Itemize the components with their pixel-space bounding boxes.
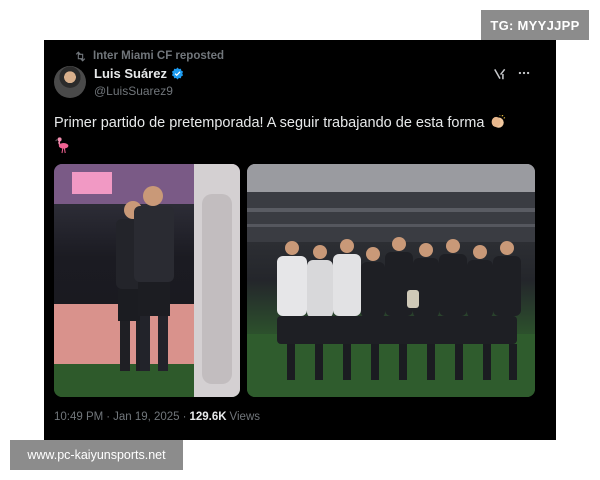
tag-badge: TG: MYYJJPP <box>481 10 589 40</box>
tweet-card[interactable]: Inter Miami CF reposted Luis Suárez @Lui… <box>44 40 556 440</box>
view-count[interactable]: 129.6K <box>189 411 226 423</box>
repost-indicator[interactable]: Inter Miami CF reposted <box>74 49 224 63</box>
meta-separator: · <box>106 411 111 423</box>
grok-icon[interactable] <box>493 67 507 81</box>
meta-separator: · <box>182 411 187 423</box>
repost-icon <box>75 50 86 62</box>
tweet-text: Primer partido de pretemporada! A seguir… <box>54 115 485 131</box>
author-handle[interactable]: @LuisSuarez9 <box>94 84 184 98</box>
flamingo-icon <box>55 137 69 154</box>
more-icon[interactable] <box>516 66 532 80</box>
photo-team-illustration <box>247 164 535 397</box>
user-block: Luis Suárez @LuisSuarez9 <box>94 66 184 98</box>
url-badge: www.pc-kaiyunsports.net <box>10 440 183 470</box>
clapping-hands-icon <box>492 115 506 128</box>
tweet-meta: 10:49 PM · Jan 19, 2025 · 129.6K Views <box>54 411 260 423</box>
author-name[interactable]: Luis Suárez <box>94 66 167 81</box>
tweet-date[interactable]: Jan 19, 2025 <box>113 411 180 423</box>
views-label: Views <box>229 411 260 423</box>
tweet-photo-2[interactable] <box>247 164 535 397</box>
verified-icon <box>171 67 184 80</box>
avatar[interactable] <box>54 66 86 98</box>
photo-players-illustration <box>54 164 240 397</box>
tweet-time[interactable]: 10:49 PM <box>54 411 103 423</box>
tweet-photo-1[interactable] <box>54 164 240 397</box>
repost-text: Inter Miami CF reposted <box>93 50 224 62</box>
tweet-text-container: Primer partido de pretemporada! A seguir… <box>54 113 534 154</box>
